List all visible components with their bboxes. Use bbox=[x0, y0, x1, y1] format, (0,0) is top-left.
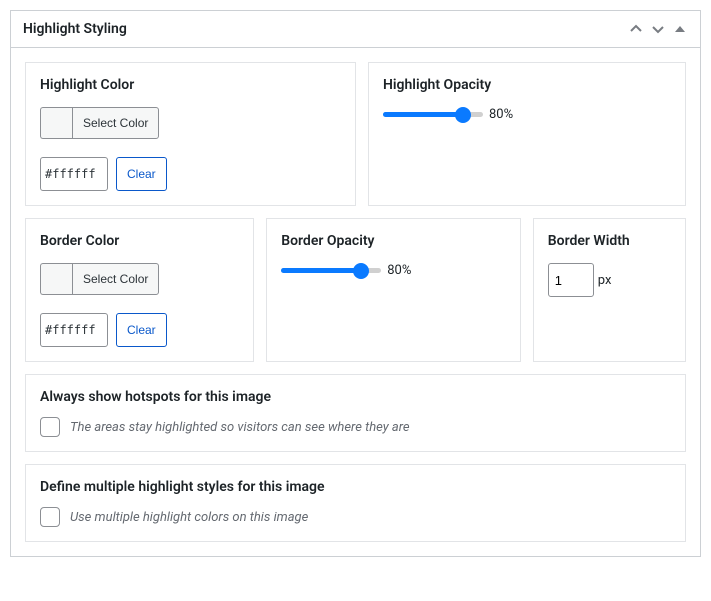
highlight-opacity-card: Highlight Opacity 80% bbox=[368, 62, 686, 206]
always-show-row: The areas stay highlighted so visitors c… bbox=[40, 417, 671, 437]
highlight-opacity-slider[interactable] bbox=[383, 112, 483, 117]
multiple-styles-title: Define multiple highlight styles for thi… bbox=[40, 479, 671, 495]
panel-body: Highlight Color Select Color Clear Highl… bbox=[11, 48, 700, 556]
multiple-styles-desc: Use multiple highlight colors on this im… bbox=[70, 510, 308, 525]
panel-controls bbox=[628, 21, 688, 37]
highlight-clear-button[interactable]: Clear bbox=[116, 157, 167, 191]
slider-fill bbox=[383, 112, 463, 117]
highlight-color-swatch[interactable] bbox=[40, 107, 72, 139]
highlight-color-card: Highlight Color Select Color Clear bbox=[25, 62, 356, 206]
highlight-opacity-title: Highlight Opacity bbox=[383, 77, 671, 93]
multiple-styles-card: Define multiple highlight styles for thi… bbox=[25, 464, 686, 542]
border-width-input[interactable] bbox=[548, 263, 594, 297]
border-opacity-card: Border Opacity 80% bbox=[266, 218, 521, 362]
border-color-card: Border Color Select Color Clear bbox=[25, 218, 254, 362]
panel-title: Highlight Styling bbox=[23, 21, 127, 37]
border-width-unit: px bbox=[598, 273, 612, 288]
always-show-card: Always show hotspots for this image The … bbox=[25, 374, 686, 452]
highlight-color-picker: Select Color bbox=[40, 107, 341, 139]
move-down-icon[interactable] bbox=[650, 21, 666, 37]
highlight-select-color-button[interactable]: Select Color bbox=[72, 107, 159, 139]
border-opacity-value: 80% bbox=[387, 263, 411, 278]
highlight-color-title: Highlight Color bbox=[40, 77, 341, 93]
border-select-color-button[interactable]: Select Color bbox=[72, 263, 159, 295]
border-color-title: Border Color bbox=[40, 233, 239, 249]
multiple-styles-checkbox[interactable] bbox=[40, 507, 60, 527]
highlight-hex-row: Clear bbox=[40, 157, 341, 191]
highlight-styling-panel: Highlight Styling Highlight Color Select… bbox=[10, 10, 701, 557]
border-width-row: px bbox=[548, 263, 671, 297]
slider-thumb[interactable] bbox=[455, 107, 471, 123]
border-color-swatch[interactable] bbox=[40, 263, 72, 295]
always-show-title: Always show hotspots for this image bbox=[40, 389, 671, 405]
highlight-opacity-slider-row: 80% bbox=[383, 107, 671, 122]
collapse-icon[interactable] bbox=[672, 21, 688, 37]
slider-thumb[interactable] bbox=[353, 263, 369, 279]
border-clear-button[interactable]: Clear bbox=[116, 313, 167, 347]
border-hex-input[interactable] bbox=[40, 313, 108, 347]
slider-fill bbox=[281, 268, 361, 273]
border-color-picker: Select Color bbox=[40, 263, 239, 295]
multiple-styles-row: Use multiple highlight colors on this im… bbox=[40, 507, 671, 527]
move-up-icon[interactable] bbox=[628, 21, 644, 37]
row-border: Border Color Select Color Clear Border O… bbox=[25, 218, 686, 362]
always-show-desc: The areas stay highlighted so visitors c… bbox=[70, 420, 410, 435]
row-highlight: Highlight Color Select Color Clear Highl… bbox=[25, 62, 686, 206]
border-opacity-title: Border Opacity bbox=[281, 233, 506, 249]
highlight-opacity-value: 80% bbox=[489, 107, 513, 122]
border-width-card: Border Width px bbox=[533, 218, 686, 362]
border-width-title: Border Width bbox=[548, 233, 671, 249]
border-opacity-slider[interactable] bbox=[281, 268, 381, 273]
highlight-hex-input[interactable] bbox=[40, 157, 108, 191]
border-hex-row: Clear bbox=[40, 313, 239, 347]
always-show-checkbox[interactable] bbox=[40, 417, 60, 437]
panel-header: Highlight Styling bbox=[11, 11, 700, 48]
border-opacity-slider-row: 80% bbox=[281, 263, 506, 278]
